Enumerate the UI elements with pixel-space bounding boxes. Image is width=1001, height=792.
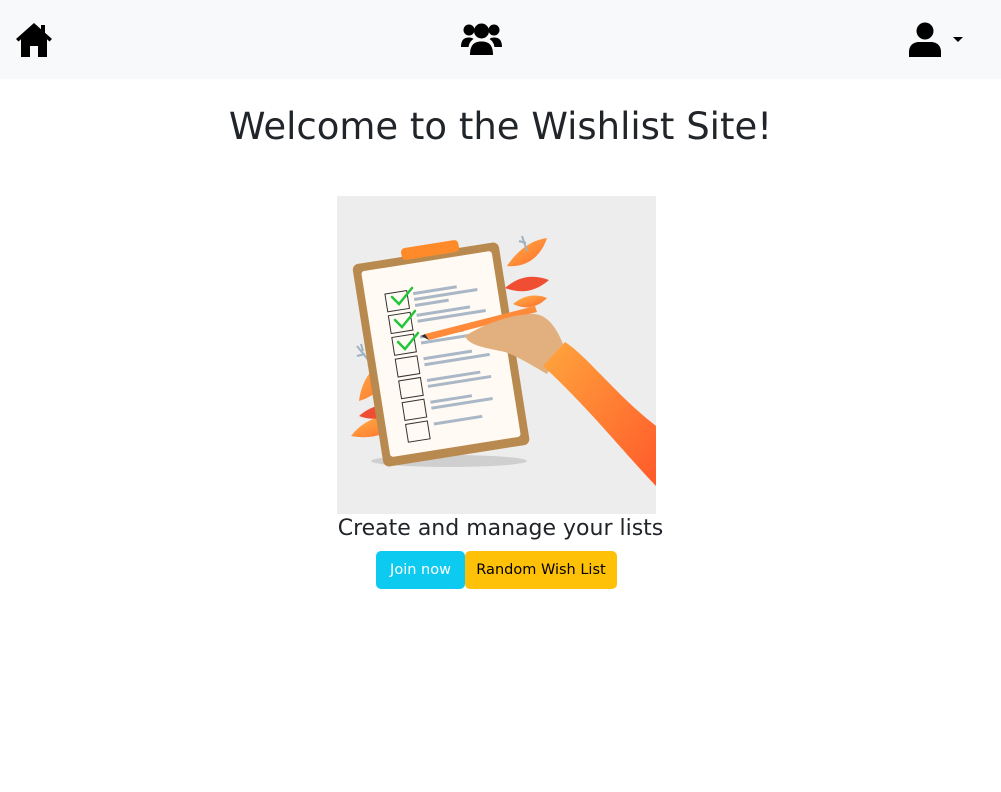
account-dropdown[interactable]	[907, 21, 967, 59]
tagline: Create and manage your lists	[337, 516, 664, 541]
random-wish-list-button[interactable]: Random Wish List	[465, 551, 617, 589]
hero-image	[337, 196, 656, 514]
users-link[interactable]	[461, 22, 502, 56]
caret-down-icon	[953, 37, 963, 42]
top-navbar	[0, 0, 1001, 79]
page-title: Welcome to the Wishlist Site!	[228, 105, 773, 148]
clipboard-checklist-illustration	[351, 235, 656, 486]
users-icon	[461, 23, 502, 55]
user-icon	[909, 22, 941, 57]
home-icon	[16, 23, 52, 57]
home-link[interactable]	[15, 22, 53, 58]
join-now-button[interactable]: Join now	[376, 551, 465, 589]
